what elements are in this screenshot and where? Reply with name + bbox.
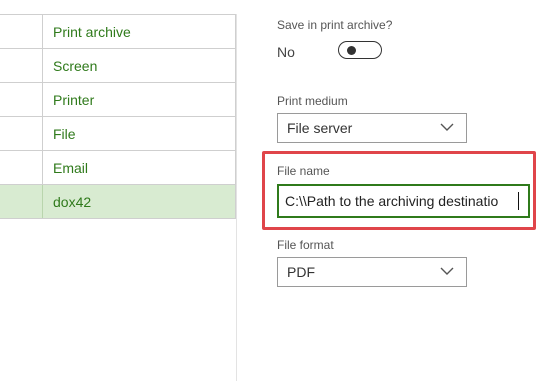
- list-item-label: Printer: [53, 92, 95, 108]
- print-medium-value: File server: [287, 120, 353, 136]
- print-medium-dropdown[interactable]: File server: [277, 113, 467, 143]
- row-selector[interactable]: [0, 151, 43, 184]
- row-selector[interactable]: [0, 15, 43, 48]
- list-item-printer[interactable]: Printer: [0, 83, 236, 117]
- panel-divider: [236, 14, 237, 381]
- list-item-file[interactable]: File: [0, 117, 236, 151]
- text-caret: [518, 192, 519, 210]
- file-format-label: File format: [277, 238, 334, 252]
- list-item-screen[interactable]: Screen: [0, 49, 236, 83]
- toggle-knob: [347, 46, 356, 55]
- print-destination-list: Print archive Screen Printer File Email …: [0, 14, 236, 219]
- file-name-value: C:\\Path to the archiving destinatio: [285, 193, 499, 209]
- row-selector[interactable]: [0, 185, 43, 218]
- file-name-label: File name: [277, 164, 330, 178]
- chevron-down-icon: [440, 267, 454, 275]
- row-selector[interactable]: [0, 49, 43, 82]
- list-item-label: Screen: [53, 58, 98, 74]
- save-in-archive-label: Save in print archive?: [277, 18, 393, 32]
- save-in-archive-toggle[interactable]: [338, 41, 382, 59]
- list-item-email[interactable]: Email: [0, 151, 236, 185]
- print-medium-label: Print medium: [277, 94, 348, 108]
- list-item-label: Email: [53, 160, 89, 176]
- row-selector[interactable]: [0, 117, 43, 150]
- list-item-print-archive[interactable]: Print archive: [0, 15, 236, 49]
- file-format-value: PDF: [287, 264, 315, 280]
- list-item-label: File: [53, 126, 76, 142]
- list-item-dox42[interactable]: dox42: [0, 185, 236, 219]
- file-name-input[interactable]: C:\\Path to the archiving destinatio: [277, 184, 530, 218]
- save-in-archive-state: No: [277, 44, 295, 60]
- list-item-label: dox42: [53, 194, 92, 210]
- chevron-down-icon: [440, 123, 454, 131]
- list-item-label: Print archive: [53, 24, 131, 40]
- file-format-dropdown[interactable]: PDF: [277, 257, 467, 287]
- row-selector[interactable]: [0, 83, 43, 116]
